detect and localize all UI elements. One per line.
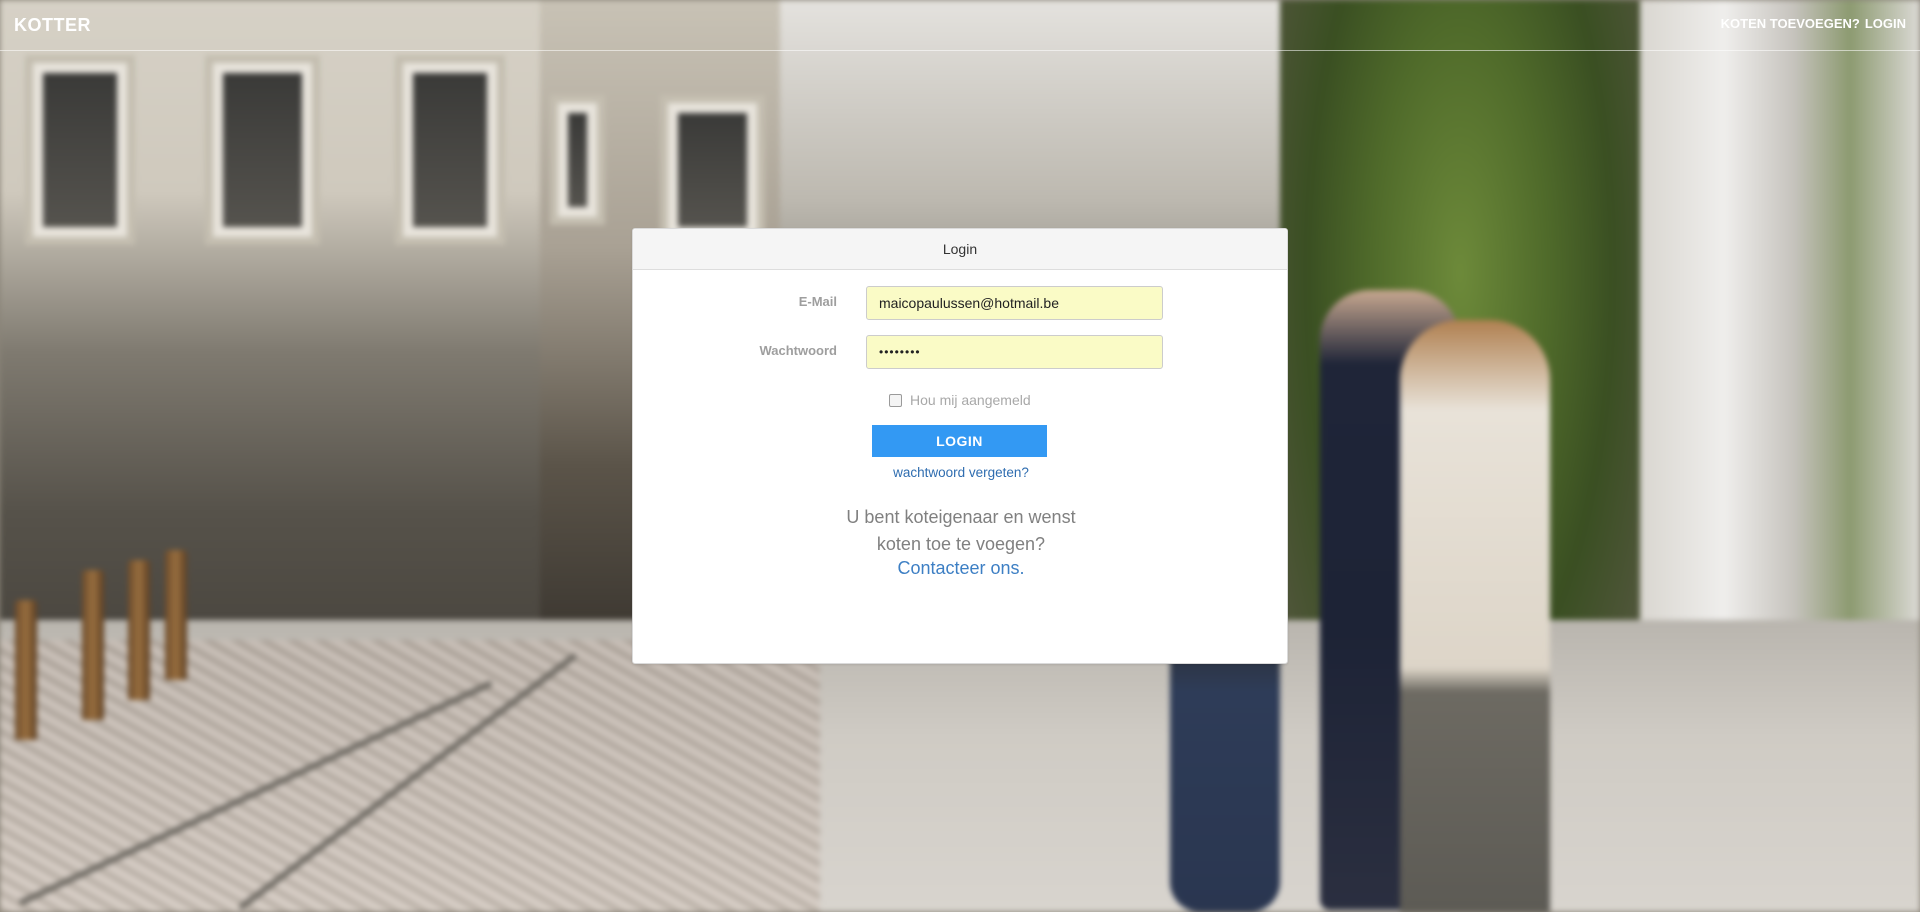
owner-text-line1: U bent koteigenaar en wenst	[846, 507, 1076, 527]
remember-me[interactable]: Hou mij aangemeld	[889, 392, 1031, 408]
contact-link[interactable]: Contacteer ons.	[633, 558, 1289, 579]
top-nav: KOTEN TOEVOEGEN? LOGIN	[1721, 16, 1906, 31]
password-label: Wachtwoord	[759, 343, 837, 358]
remember-label[interactable]: Hou mij aangemeld	[910, 392, 1031, 408]
forgot-password-link[interactable]: wachtwoord vergeten?	[633, 465, 1289, 480]
nav-login-link[interactable]: LOGIN	[1865, 16, 1906, 31]
password-row: Wachtwoord ••••••••	[633, 335, 1289, 369]
owner-info-text: U bent koteigenaar en wenst koten toe te…	[633, 504, 1289, 558]
panel-title: Login	[633, 229, 1287, 270]
top-navbar: KOTTER KOTEN TOEVOEGEN? LOGIN	[0, 0, 1920, 51]
email-field[interactable]: maicopaulussen@hotmail.be	[866, 286, 1163, 320]
remember-checkbox[interactable]	[889, 393, 902, 407]
login-panel: Login E-Mail maicopaulussen@hotmail.be W…	[632, 228, 1288, 664]
password-field[interactable]: ••••••••	[866, 335, 1163, 369]
owner-text-line2: koten toe te voegen?	[876, 534, 1046, 554]
login-button[interactable]: LOGIN	[872, 425, 1047, 457]
email-row: E-Mail maicopaulussen@hotmail.be	[633, 286, 1289, 320]
nav-add-rooms-link[interactable]: KOTEN TOEVOEGEN?	[1721, 16, 1860, 31]
brand-logo[interactable]: KOTTER	[14, 15, 91, 36]
email-label: E-Mail	[798, 294, 837, 309]
